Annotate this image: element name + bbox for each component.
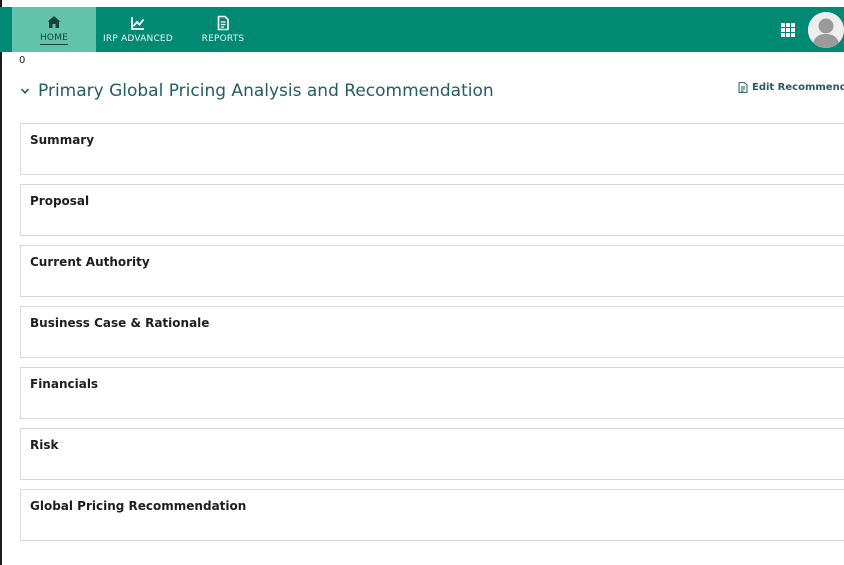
top-strip	[0, 0, 844, 7]
edit-recommendation-link[interactable]: Edit Recommenda	[738, 82, 844, 93]
card-risk[interactable]: Risk	[20, 428, 844, 480]
card-summary[interactable]: Summary	[20, 123, 844, 175]
card-current-authority[interactable]: Current Authority	[20, 245, 844, 297]
card-global-pricing-recommendation[interactable]: Global Pricing Recommendation	[20, 489, 844, 541]
card-title: Risk	[30, 438, 59, 452]
nav-item-home[interactable]: HOME	[12, 7, 96, 52]
section-toggle[interactable]: Primary Global Pricing Analysis and Reco…	[20, 80, 494, 102]
document-edit-icon	[738, 82, 748, 93]
nav-label-reports: REPORTS	[201, 33, 245, 44]
nav-item-irp-advanced[interactable]: IRP ADVANCED	[96, 7, 180, 52]
grid-icon[interactable]	[781, 23, 795, 37]
app-window: HOME IRP ADVANCED REPORTS 0 Primary Glob…	[0, 0, 844, 565]
window-left-edge	[0, 0, 2, 565]
section-title: Primary Global Pricing Analysis and Reco…	[38, 81, 494, 101]
card-title: Global Pricing Recommendation	[30, 499, 247, 513]
counter-value: 0	[19, 55, 26, 66]
card-title: Proposal	[30, 194, 90, 208]
card-title: Business Case & Rationale	[30, 316, 210, 330]
card-financials[interactable]: Financials	[20, 367, 844, 419]
card-title: Summary	[30, 133, 95, 147]
card-business-case[interactable]: Business Case & Rationale	[20, 306, 844, 358]
trend-chart-icon	[131, 16, 145, 30]
home-icon	[47, 16, 61, 28]
nav-item-reports[interactable]: REPORTS	[186, 7, 260, 52]
nav-label-irp-advanced: IRP ADVANCED	[103, 33, 173, 44]
chevron-down-icon	[20, 88, 30, 94]
user-avatar-icon	[808, 12, 844, 48]
card-title: Current Authority	[30, 255, 150, 269]
document-icon	[217, 15, 229, 30]
card-proposal[interactable]: Proposal	[20, 184, 844, 236]
card-title: Financials	[30, 377, 99, 391]
top-navbar: HOME IRP ADVANCED REPORTS	[0, 7, 844, 52]
avatar[interactable]	[808, 12, 844, 48]
nav-label-home: HOME	[39, 33, 69, 45]
edit-recommendation-label: Edit Recommenda	[752, 82, 844, 93]
